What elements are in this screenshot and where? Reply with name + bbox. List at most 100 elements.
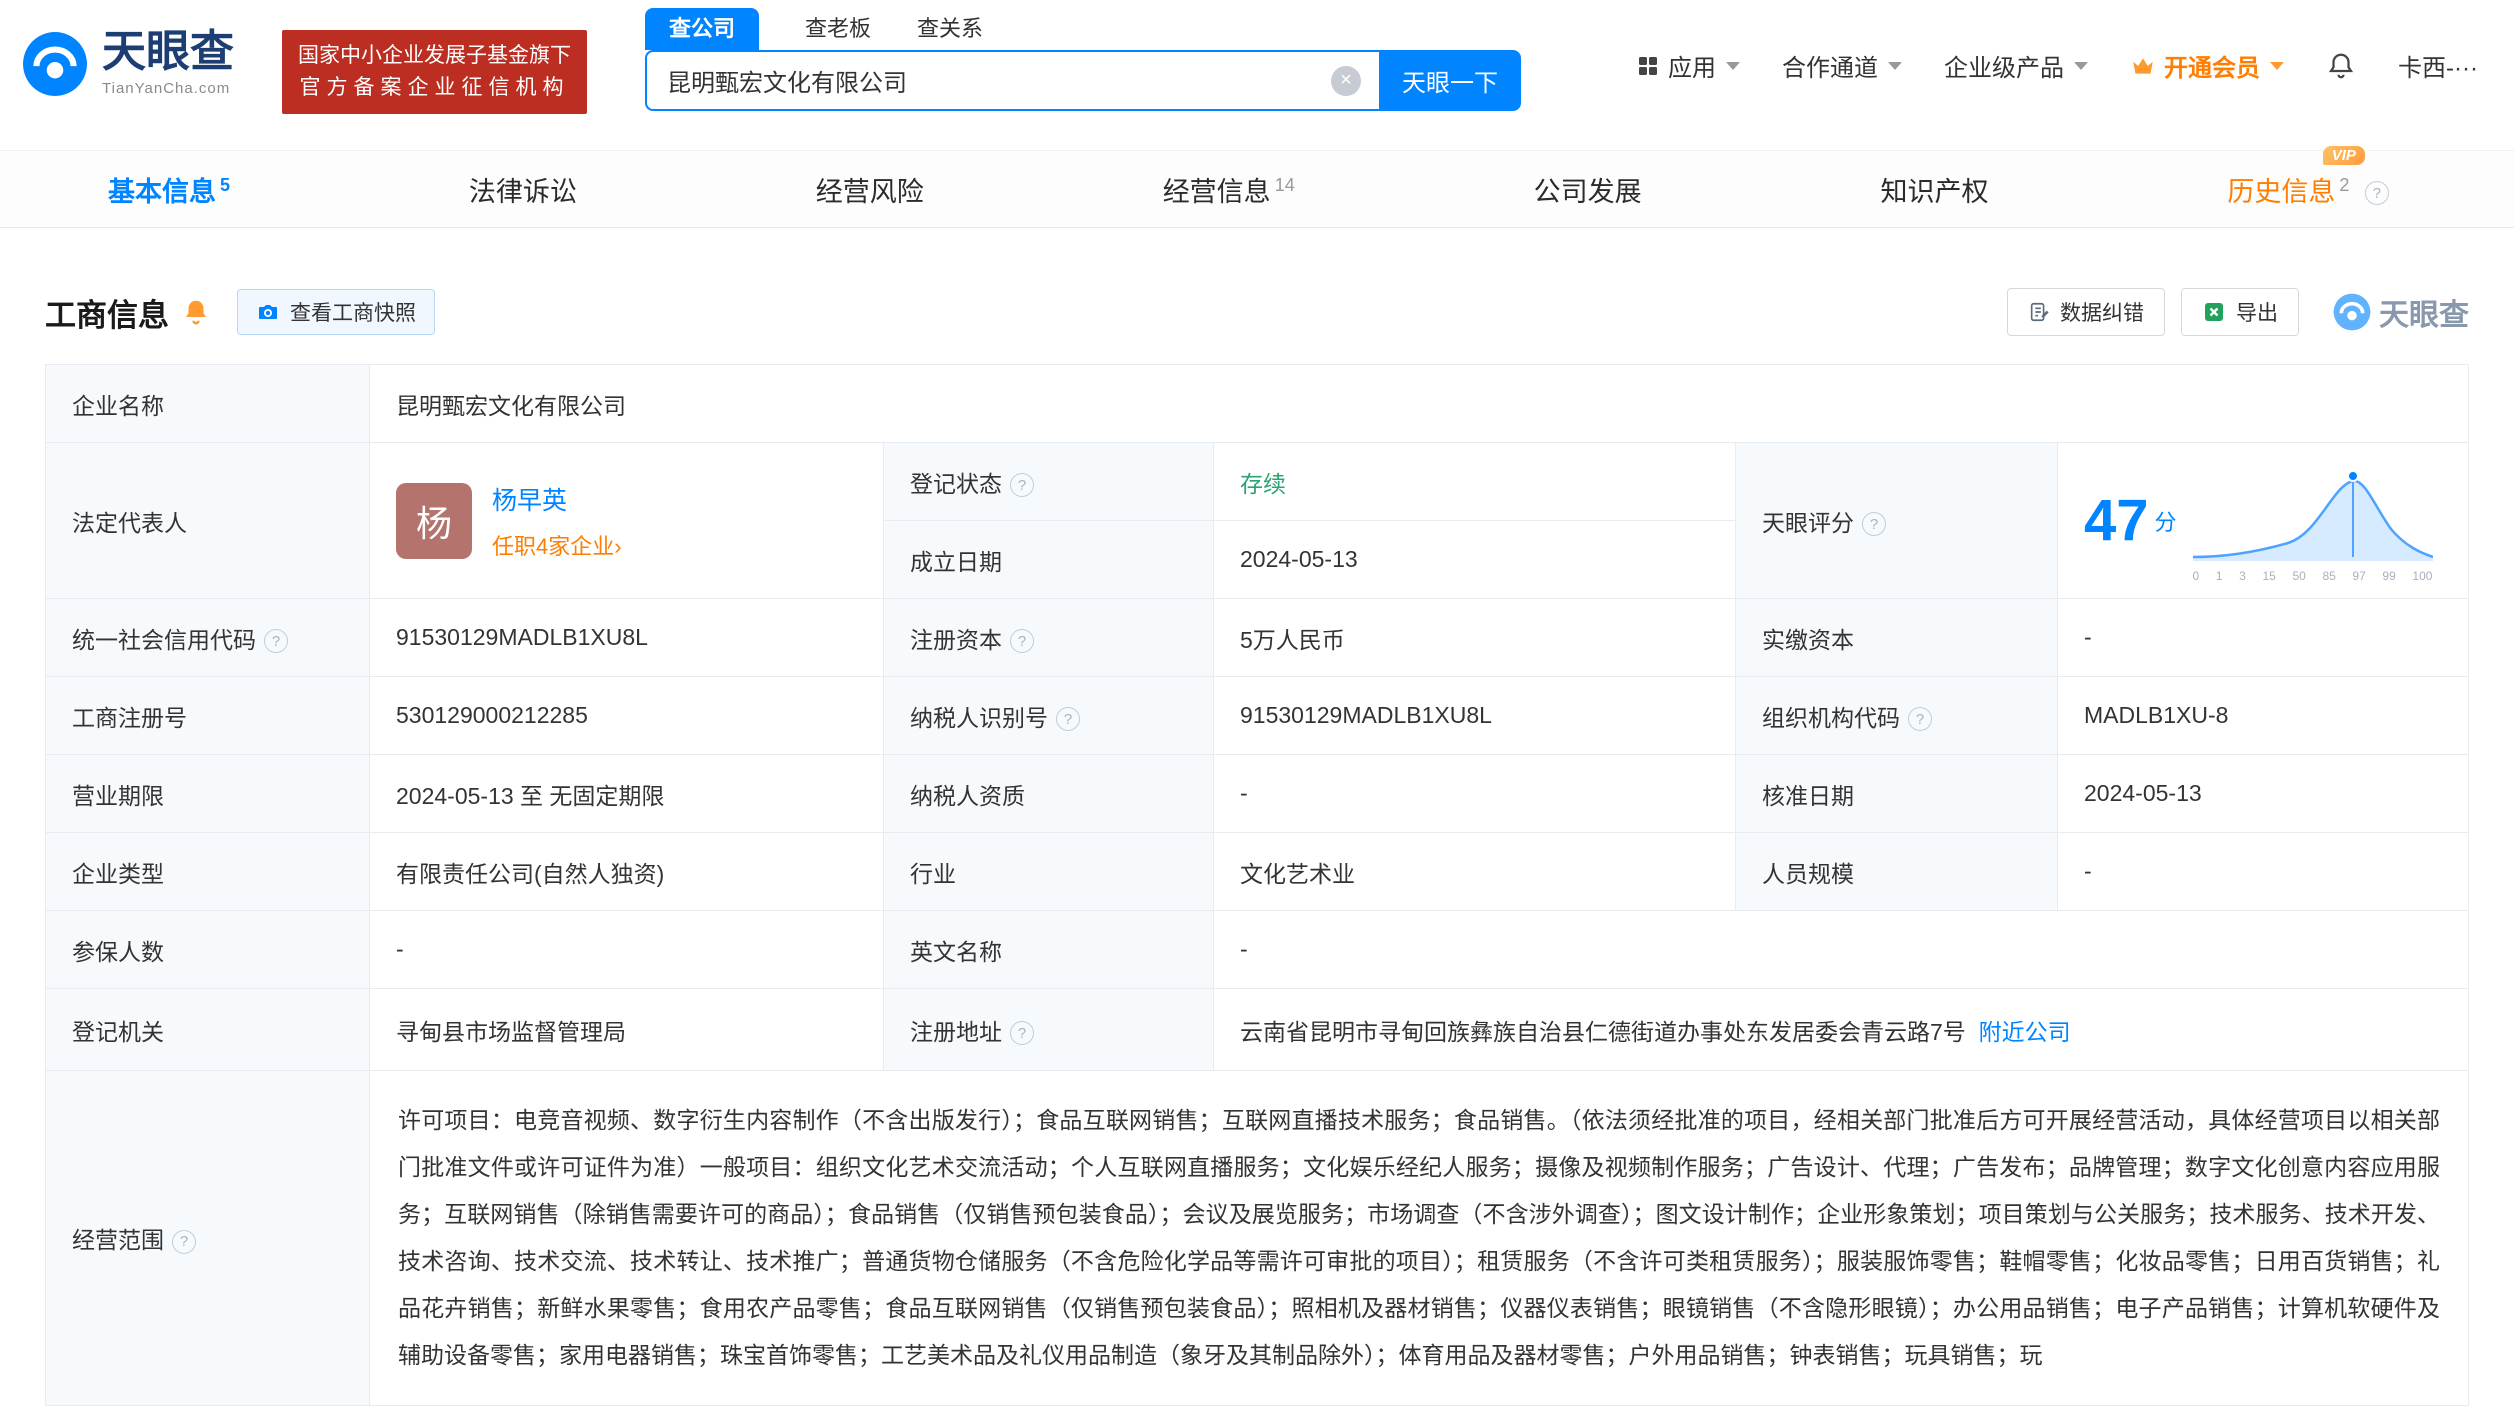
section-head: 工商信息 查看工商快照 数据纠错 导出 [45,288,2469,336]
taxpayer-id-label: 纳税人识别号? [884,677,1214,755]
clear-icon[interactable]: × [1331,66,1361,96]
establish-date-value: 2024-05-13 [1214,521,1736,599]
section-actions: 数据纠错 导出 天眼查 [2007,288,2469,336]
score-axis: 0131550859799100 [2193,569,2433,583]
tab-history-info[interactable]: VIP 历史信息2 ? [2227,170,2389,209]
tab-count: 2 [2339,175,2349,195]
watermark-label: 天眼查 [2379,290,2469,334]
tianyancha-watermark: 天眼查 [2333,290,2469,334]
nav-vip[interactable]: 开通会员 [2130,48,2284,83]
search-input[interactable] [645,50,1379,111]
legal-rep-name-link[interactable]: 杨早英 [492,481,622,517]
table-row: 企业类型 有限责任公司(自然人独资) 行业 文化艺术业 人员规模 - [46,833,2469,911]
industry-label: 行业 [884,833,1214,911]
taxpayer-quality-label: 纳税人资质 [884,755,1214,833]
snapshot-button[interactable]: 查看工商快照 [237,289,435,335]
data-correction-button[interactable]: 数据纠错 [2007,288,2165,336]
correction-icon [2028,301,2050,323]
reg-authority-value: 寻甸县市场监督管理局 [370,989,884,1071]
search-tab-company[interactable]: 查公司 [645,8,759,50]
score-unit: 分 [2155,505,2177,537]
nav-notifications[interactable] [2326,51,2356,81]
question-icon[interactable]: ? [1010,473,1034,497]
search-tabs: 查公司 查老板 查关系 [645,8,1521,50]
gov-badge-line2: 官方备案企业征信机构 [298,72,571,104]
question-icon[interactable]: ? [264,629,288,653]
tab-label: 公司发展 [1534,177,1642,207]
logo-text-block: 天眼查 TianYanCha.com [102,30,234,97]
search-tab-relation[interactable]: 查关系 [917,8,983,50]
business-term-label: 营业期限 [46,755,370,833]
staff-size-label: 人员规模 [1736,833,2058,911]
excel-icon [2202,300,2226,324]
export-button[interactable]: 导出 [2181,288,2299,336]
nav-apps[interactable]: 应用 [1636,48,1740,83]
business-info-table: 企业名称 昆明甄宏文化有限公司 法定代表人 杨 杨早英 任职4家企业› 登记状态… [45,364,2469,1406]
reg-status-value: 存续 [1214,443,1736,521]
reg-capital-label: 注册资本? [884,599,1214,677]
question-icon[interactable]: ? [172,1230,196,1254]
nav-cooperation-label: 合作通道 [1782,48,1878,83]
tab-basic-info[interactable]: 基本信息5 [108,170,230,209]
legal-rep-label: 法定代表人 [46,443,370,599]
camera-icon [256,300,280,324]
company-type-label: 企业类型 [46,833,370,911]
nearby-companies-link[interactable]: 附近公司 [1979,1019,2071,1045]
tab-label: 经营风险 [816,177,924,207]
question-icon[interactable]: ? [1010,629,1034,653]
page-tab-bar: 基本信息5 法律诉讼 经营风险 经营信息14 公司发展 知识产权 VIP 历史信… [0,150,2514,228]
tab-count: 14 [1275,175,1295,195]
paid-capital-value: - [2058,599,2469,677]
nav-enterprise[interactable]: 企业级产品 [1944,48,2088,83]
reg-capital-value: 5万人民币 [1214,599,1736,677]
approval-date-value: 2024-05-13 [2058,755,2469,833]
nav-enterprise-label: 企业级产品 [1944,48,2064,83]
question-icon[interactable]: ? [1010,1021,1034,1045]
grid-icon [1636,54,1660,78]
question-icon[interactable]: ? [1908,707,1932,731]
question-icon[interactable]: ? [1862,512,1886,536]
company-name-value: 昆明甄宏文化有限公司 [370,365,2469,443]
tianyancha-logo[interactable]: 天眼查 TianYanCha.com [22,30,234,97]
english-name-label: 英文名称 [884,911,1214,989]
table-row: 营业期限 2024-05-13 至 无固定期限 纳税人资质 - 核准日期 202… [46,755,2469,833]
nav-user[interactable]: 卡西-··· [2398,48,2478,83]
org-code-value: MADLB1XU-8 [2058,677,2469,755]
score-label: 天眼评分? [1736,443,2058,599]
industry-value: 文化艺术业 [1214,833,1736,911]
vip-badge: VIP [2323,146,2365,165]
legal-rep-positions-link[interactable]: 任职4家企业› [492,529,622,561]
tab-label: 法律诉讼 [469,177,577,207]
tab-business-info[interactable]: 经营信息14 [1163,170,1295,209]
approval-date-label: 核准日期 [1736,755,2058,833]
search-button[interactable]: 天眼一下 [1379,50,1521,111]
table-row: 企业名称 昆明甄宏文化有限公司 [46,365,2469,443]
nav-cooperation[interactable]: 合作通道 [1782,48,1902,83]
company-type-value: 有限责任公司(自然人独资) [370,833,884,911]
chevron-down-icon [1888,62,1902,70]
tab-legal-proceedings[interactable]: 法律诉讼 [469,170,577,209]
score-number: 47 [2084,487,2149,554]
tab-intellectual-property[interactable]: 知识产权 [1881,170,1989,209]
question-icon[interactable]: ? [2365,181,2389,205]
taxpayer-quality-value: - [1214,755,1736,833]
table-row: 法定代表人 杨 杨早英 任职4家企业› 登记状态? 存续 天眼评分? 47 分 [46,443,2469,521]
tab-company-development[interactable]: 公司发展 [1534,170,1642,209]
insured-value: - [370,911,884,989]
tab-label: 知识产权 [1881,177,1989,207]
chevron-down-icon [1726,62,1740,70]
gov-badge-line1: 国家中小企业发展子基金旗下 [298,40,571,72]
avatar[interactable]: 杨 [396,483,472,559]
question-icon[interactable]: ? [1056,707,1080,731]
alert-bell-icon[interactable] [181,297,211,327]
header: 天眼查 TianYanCha.com 国家中小企业发展子基金旗下 官方备案企业征… [0,0,2514,150]
paid-capital-label: 实缴资本 [1736,599,2058,677]
address-label: 注册地址? [884,989,1214,1071]
business-scope-value: 许可项目：电竞音视频、数字衍生内容制作（不含出版发行）；食品互联网销售；互联网直… [370,1071,2469,1406]
search-tab-boss[interactable]: 查老板 [805,8,871,50]
staff-size-value: - [2058,833,2469,911]
search-area: 查公司 查老板 查关系 × 天眼一下 [645,8,1521,111]
tab-business-risk[interactable]: 经营风险 [816,170,924,209]
company-name-label: 企业名称 [46,365,370,443]
tianyancha-logo-icon [22,31,88,97]
